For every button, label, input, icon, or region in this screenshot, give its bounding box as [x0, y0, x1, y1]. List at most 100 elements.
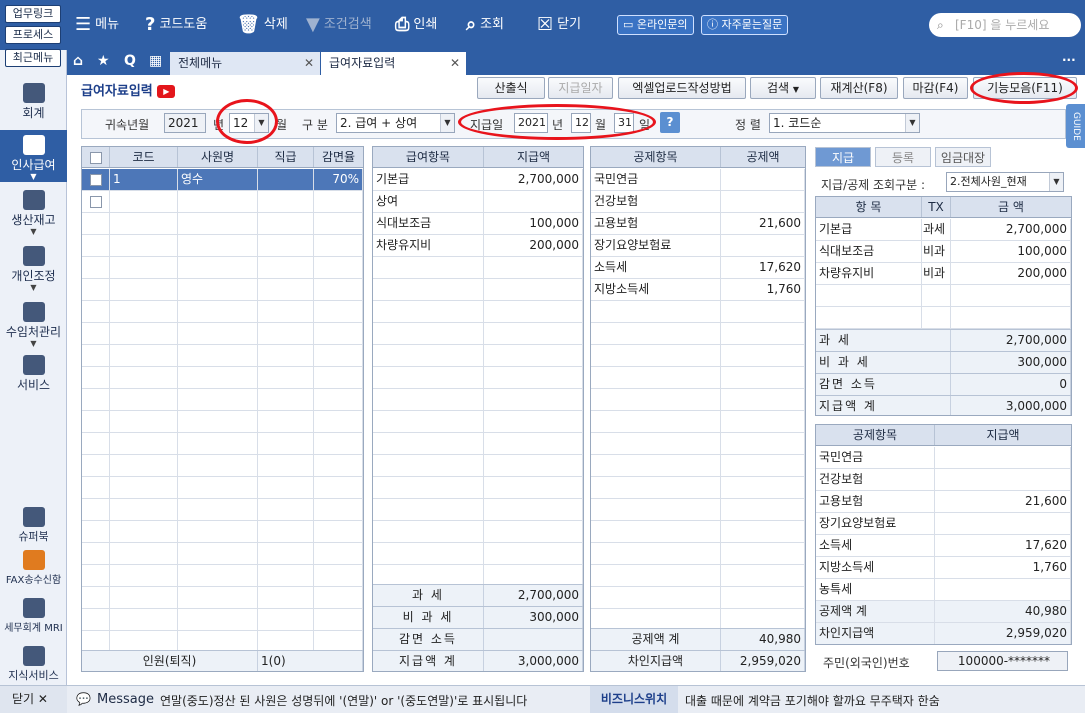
- table-row[interactable]: 차량유지비 200,000: [373, 235, 583, 257]
- youtube-icon[interactable]: ▶: [157, 85, 176, 98]
- row-checkbox-cell[interactable]: [82, 367, 110, 388]
- table-row[interactable]: [591, 499, 805, 521]
- row-checkbox-cell[interactable]: [82, 323, 110, 344]
- table-row[interactable]: 건강보험: [816, 469, 1071, 491]
- table-row[interactable]: 차인지급액 2,959,020: [816, 623, 1071, 644]
- table-row[interactable]: 고용보험 21,600: [816, 491, 1071, 513]
- table-row[interactable]: 상여: [373, 191, 583, 213]
- table-row[interactable]: [591, 433, 805, 455]
- row-checkbox-cell[interactable]: [82, 169, 110, 190]
- row-checkbox-cell[interactable]: [82, 543, 110, 564]
- select-all-cell[interactable]: [82, 147, 110, 167]
- table-row[interactable]: 국민연금: [591, 169, 805, 191]
- print-button[interactable]: ⎙ 인쇄: [395, 12, 437, 38]
- table-row[interactable]: [82, 477, 363, 499]
- table-row[interactable]: 1 영수 70%: [82, 169, 363, 191]
- sidebar-close-button[interactable]: 닫기 ✕: [0, 686, 67, 713]
- formula-button[interactable]: 산출식: [477, 77, 545, 99]
- table-row[interactable]: 소득세 17,620: [816, 535, 1071, 557]
- star-icon[interactable]: ★: [97, 53, 110, 69]
- row-checkbox-cell[interactable]: [82, 631, 110, 652]
- row-checkbox-cell[interactable]: [82, 565, 110, 586]
- table-row[interactable]: [373, 433, 583, 455]
- more-icon[interactable]: ···: [1062, 53, 1076, 67]
- menu-button[interactable]: ☰ 메뉴: [75, 12, 119, 38]
- table-row[interactable]: [373, 521, 583, 543]
- lookup-button[interactable]: ⌕ 조회: [466, 12, 504, 38]
- sidebar-item-knowledge[interactable]: 지식서비스: [0, 646, 67, 686]
- table-row[interactable]: [591, 345, 805, 367]
- table-row[interactable]: [591, 367, 805, 389]
- recalculate-button[interactable]: 재계산(F8): [820, 77, 898, 99]
- table-row[interactable]: 기본급 2,700,000: [373, 169, 583, 191]
- tab-payroll-input[interactable]: 급여자료입력 ✕: [321, 52, 466, 75]
- table-row[interactable]: [82, 301, 363, 323]
- help-icon[interactable]: ?: [660, 112, 680, 133]
- row-checkbox[interactable]: [89, 195, 102, 208]
- table-row[interactable]: [82, 521, 363, 543]
- row-checkbox-cell[interactable]: [82, 477, 110, 498]
- row-checkbox-cell[interactable]: [82, 213, 110, 234]
- home-icon[interactable]: ⌂: [73, 53, 83, 69]
- table-row[interactable]: [816, 307, 1071, 329]
- col-name[interactable]: 사원명: [178, 147, 258, 167]
- table-row[interactable]: [82, 323, 363, 345]
- table-row[interactable]: 장기요양보험료: [816, 513, 1071, 535]
- table-row[interactable]: [591, 477, 805, 499]
- row-checkbox-cell[interactable]: [82, 411, 110, 432]
- row-checkbox-cell[interactable]: [82, 455, 110, 476]
- table-row[interactable]: [82, 257, 363, 279]
- table-row[interactable]: [591, 411, 805, 433]
- table-row[interactable]: 공제액 계 40,980: [816, 601, 1071, 623]
- delete-button[interactable]: 🗑 삭제: [237, 12, 288, 38]
- table-row[interactable]: [373, 257, 583, 279]
- table-row[interactable]: [82, 235, 363, 257]
- table-row[interactable]: [591, 521, 805, 543]
- tab-wage-ledger[interactable]: 임금대장: [935, 147, 991, 167]
- tab-pay[interactable]: 지급: [815, 147, 871, 167]
- table-row[interactable]: [373, 389, 583, 411]
- row-checkbox-cell[interactable]: [82, 433, 110, 454]
- row-checkbox-cell[interactable]: [82, 235, 110, 256]
- table-row[interactable]: [591, 455, 805, 477]
- table-row[interactable]: [591, 389, 805, 411]
- excel-upload-guide-button[interactable]: 엑셀업로드작성방법: [618, 77, 746, 99]
- table-row[interactable]: 식대보조금 비과 100,000: [816, 241, 1071, 263]
- close-button[interactable]: ☒ 닫기: [537, 12, 581, 38]
- pay-date-button[interactable]: 지급일자: [548, 77, 613, 99]
- table-row[interactable]: 소득세 17,620: [591, 257, 805, 279]
- quick-process[interactable]: 프로세스: [5, 26, 61, 44]
- online-inquiry-button[interactable]: ▭ 온라인문의: [617, 15, 694, 35]
- table-row[interactable]: 지방소득세 1,760: [816, 557, 1071, 579]
- table-row[interactable]: [82, 499, 363, 521]
- table-row[interactable]: [373, 279, 583, 301]
- table-row[interactable]: [373, 499, 583, 521]
- table-row[interactable]: [373, 367, 583, 389]
- table-row[interactable]: [82, 345, 363, 367]
- row-checkbox-cell[interactable]: [82, 389, 110, 410]
- row-checkbox-cell[interactable]: [82, 301, 110, 322]
- sidebar-item-accounting[interactable]: 회계: [0, 80, 67, 130]
- row-checkbox-cell[interactable]: [82, 279, 110, 300]
- table-row[interactable]: 농특세: [816, 579, 1071, 601]
- table-row[interactable]: [373, 411, 583, 433]
- table-row[interactable]: [591, 565, 805, 587]
- table-row[interactable]: [373, 543, 583, 565]
- code-help-button[interactable]: ? 코드도움: [145, 12, 207, 38]
- table-row[interactable]: 식대보조금 100,000: [373, 213, 583, 235]
- row-checkbox-cell[interactable]: [82, 191, 110, 212]
- table-row[interactable]: [82, 433, 363, 455]
- tab-register[interactable]: 등록: [875, 147, 931, 167]
- sidebar-item-client-mgmt[interactable]: 수임처관리 ▼: [0, 302, 67, 350]
- quick-recent-menu[interactable]: 최근메뉴: [5, 49, 61, 67]
- table-row[interactable]: [591, 323, 805, 345]
- table-row[interactable]: [373, 301, 583, 323]
- table-row[interactable]: [82, 543, 363, 565]
- table-row[interactable]: [82, 411, 363, 433]
- table-row[interactable]: [82, 609, 363, 631]
- row-checkbox-cell[interactable]: [82, 499, 110, 520]
- row-checkbox-cell[interactable]: [82, 587, 110, 608]
- sidebar-item-hr-payroll[interactable]: 인사급여 ▼: [0, 130, 67, 182]
- row-checkbox-cell[interactable]: [82, 345, 110, 366]
- table-row[interactable]: [373, 477, 583, 499]
